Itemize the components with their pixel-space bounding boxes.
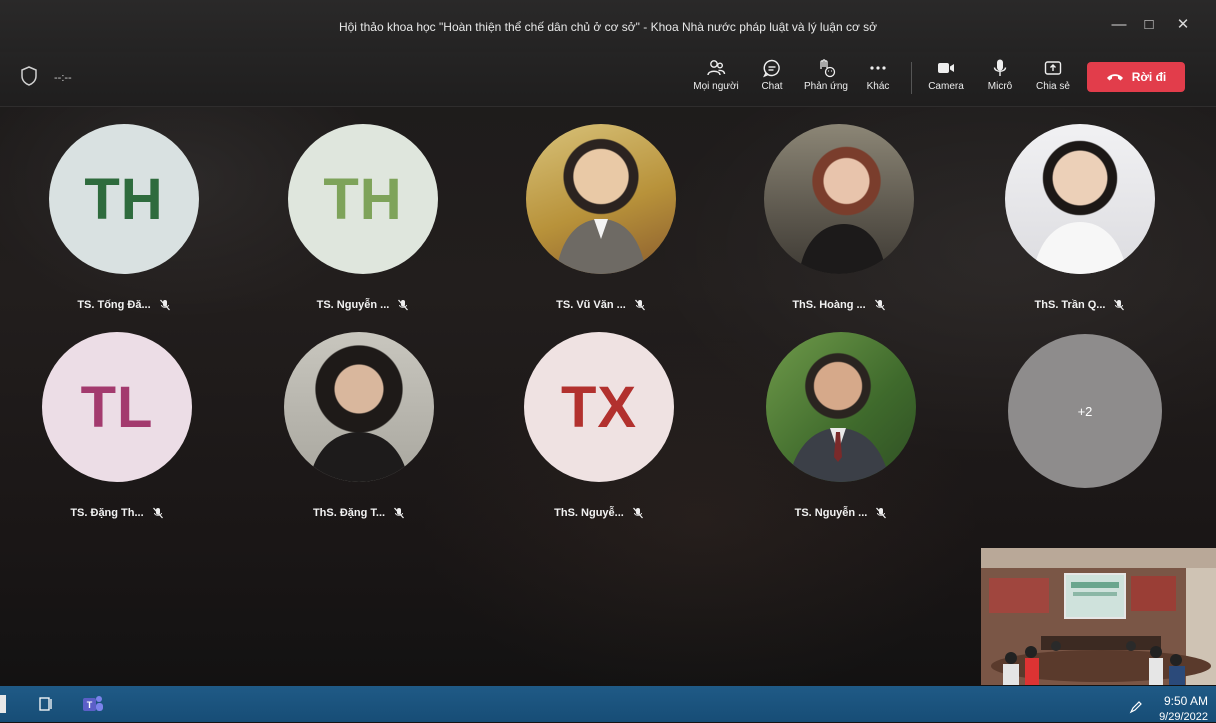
avatar: TX [524,332,674,482]
leave-label: Rời đi [1131,70,1167,84]
window-title: Hội thảo khoa học "Hoàn thiện thể chế dâ… [338,20,878,34]
mic-off-icon [876,507,887,519]
portrait-woman-icon [309,432,409,482]
avatar: TH [49,124,199,274]
participant-name: TS. Tống Đă... [77,299,151,311]
people-label: Mọi người [693,81,739,92]
participant-name: TS. Đặng Th... [70,507,144,519]
people-icon [707,60,726,76]
close-button[interactable]: ✕ [1172,14,1194,36]
meeting-timer: --:-- [54,72,72,84]
share-button[interactable]: Chia sẻ [1025,56,1081,100]
shield-icon [21,66,37,86]
chat-button[interactable]: Chat [744,56,800,100]
clock-date[interactable]: 9/29/2022 [1159,711,1208,723]
avatar-photo [1005,124,1155,274]
share-label: Chia sẻ [1036,81,1070,92]
participant-tile[interactable]: ThS. Hoàng ... [754,124,924,334]
chat-label: Chat [761,81,783,92]
participant-tile[interactable]: TX ThS. Nguyễ... [514,332,684,542]
maximize-button[interactable]: □ [1138,14,1160,36]
portrait-man-icon [556,219,646,274]
camera-button[interactable]: Camera [918,56,974,100]
avatar-initials: TH [84,166,164,232]
avatar: TL [42,332,192,482]
avatar-photo [764,124,914,274]
share-icon [1044,61,1062,75]
conference-room-video [981,548,1216,685]
participant-tile[interactable]: TS. Vũ Văn ... [516,124,686,334]
overflow-count: +2 [1077,403,1093,419]
avatar: TH [288,124,438,274]
camera-label: Camera [928,81,964,92]
participant-name: ThS. Đặng T... [312,507,386,519]
pen-icon[interactable] [1129,700,1143,714]
more-label: Khác [866,81,890,92]
svg-text:T: T [87,700,93,710]
avatar-photo [526,124,676,274]
participant-tile[interactable]: TH TS. Nguyễn ... [278,124,448,334]
participant-name: ThS. Trần Q... [1034,299,1106,311]
more-button[interactable]: Khác [850,56,906,100]
mic-icon [993,59,1007,76]
overflow-participants-tile[interactable]: +2 [998,334,1168,544]
camera-icon [938,63,954,73]
minimize-button[interactable]: — [1108,14,1130,36]
participant-tile[interactable]: TL TS. Đặng Th... [32,332,202,542]
teams-meeting-screen: Hội thảo khoa học "Hoàn thiện thể chế dâ… [0,0,1216,723]
mic-off-icon [632,507,643,519]
participant-name: TS. Nguyễn ... [794,507,868,519]
mic-button[interactable]: Micrô [972,56,1028,100]
avatar-initials: TX [560,374,638,440]
avatar-photo [766,332,916,482]
people-button[interactable]: Mọi người [688,56,744,100]
chat-icon [763,59,780,78]
task-view-icon[interactable] [38,696,54,712]
portrait-man-icon [1033,222,1127,274]
mic-off-icon [394,507,405,519]
meeting-toolbar: --:-- Mọi người Chat Phản ứng Khác Camer… [0,52,1216,107]
participant-name: TS. Vũ Văn ... [556,299,626,311]
mic-off-icon [874,299,885,311]
title-bar: Hội thảo khoa học "Hoàn thiện thể chế dâ… [0,0,1216,52]
mic-off-icon [152,507,163,519]
avatar-initials: TH [323,166,403,232]
avatar-initials: TL [80,374,154,440]
participant-name: ThS. Nguyễ... [554,507,624,519]
more-icon [870,66,886,70]
reaction-icon [820,59,836,78]
toolbar-divider [911,62,912,94]
participant-tile[interactable]: TS. Nguyễn ... [756,332,926,542]
participant-tile[interactable]: ThS. Đặng T... [274,332,444,542]
reaction-button[interactable]: Phản ứng [798,56,854,100]
mic-off-icon [398,299,409,311]
mic-off-icon [159,299,170,311]
participant-tile[interactable]: ThS. Trần Q... [995,124,1165,334]
clock-time[interactable]: 9:50 AM [1164,694,1208,708]
participant-name: TS. Nguyễn ... [316,299,390,311]
reaction-label: Phản ứng [804,81,848,92]
windows-taskbar: T 9:50 AM 9/29/2022 [0,686,1216,723]
portrait-man-icon [788,428,890,482]
teams-icon[interactable]: T [82,694,104,714]
overflow-avatar: +2 [1008,334,1162,488]
portrait-woman-icon [799,224,886,274]
self-view-video[interactable] [981,548,1216,685]
mic-off-icon [1114,299,1125,311]
mic-label: Micrô [987,81,1013,92]
participant-tile[interactable]: TH TS. Tống Đă... [39,124,209,334]
leave-button[interactable]: Rời đi [1087,62,1185,92]
hangup-icon [1106,74,1123,81]
start-button[interactable] [0,695,6,713]
avatar-photo [284,332,434,482]
mic-off-icon [634,299,645,311]
participant-name: ThS. Hoàng ... [792,299,866,311]
